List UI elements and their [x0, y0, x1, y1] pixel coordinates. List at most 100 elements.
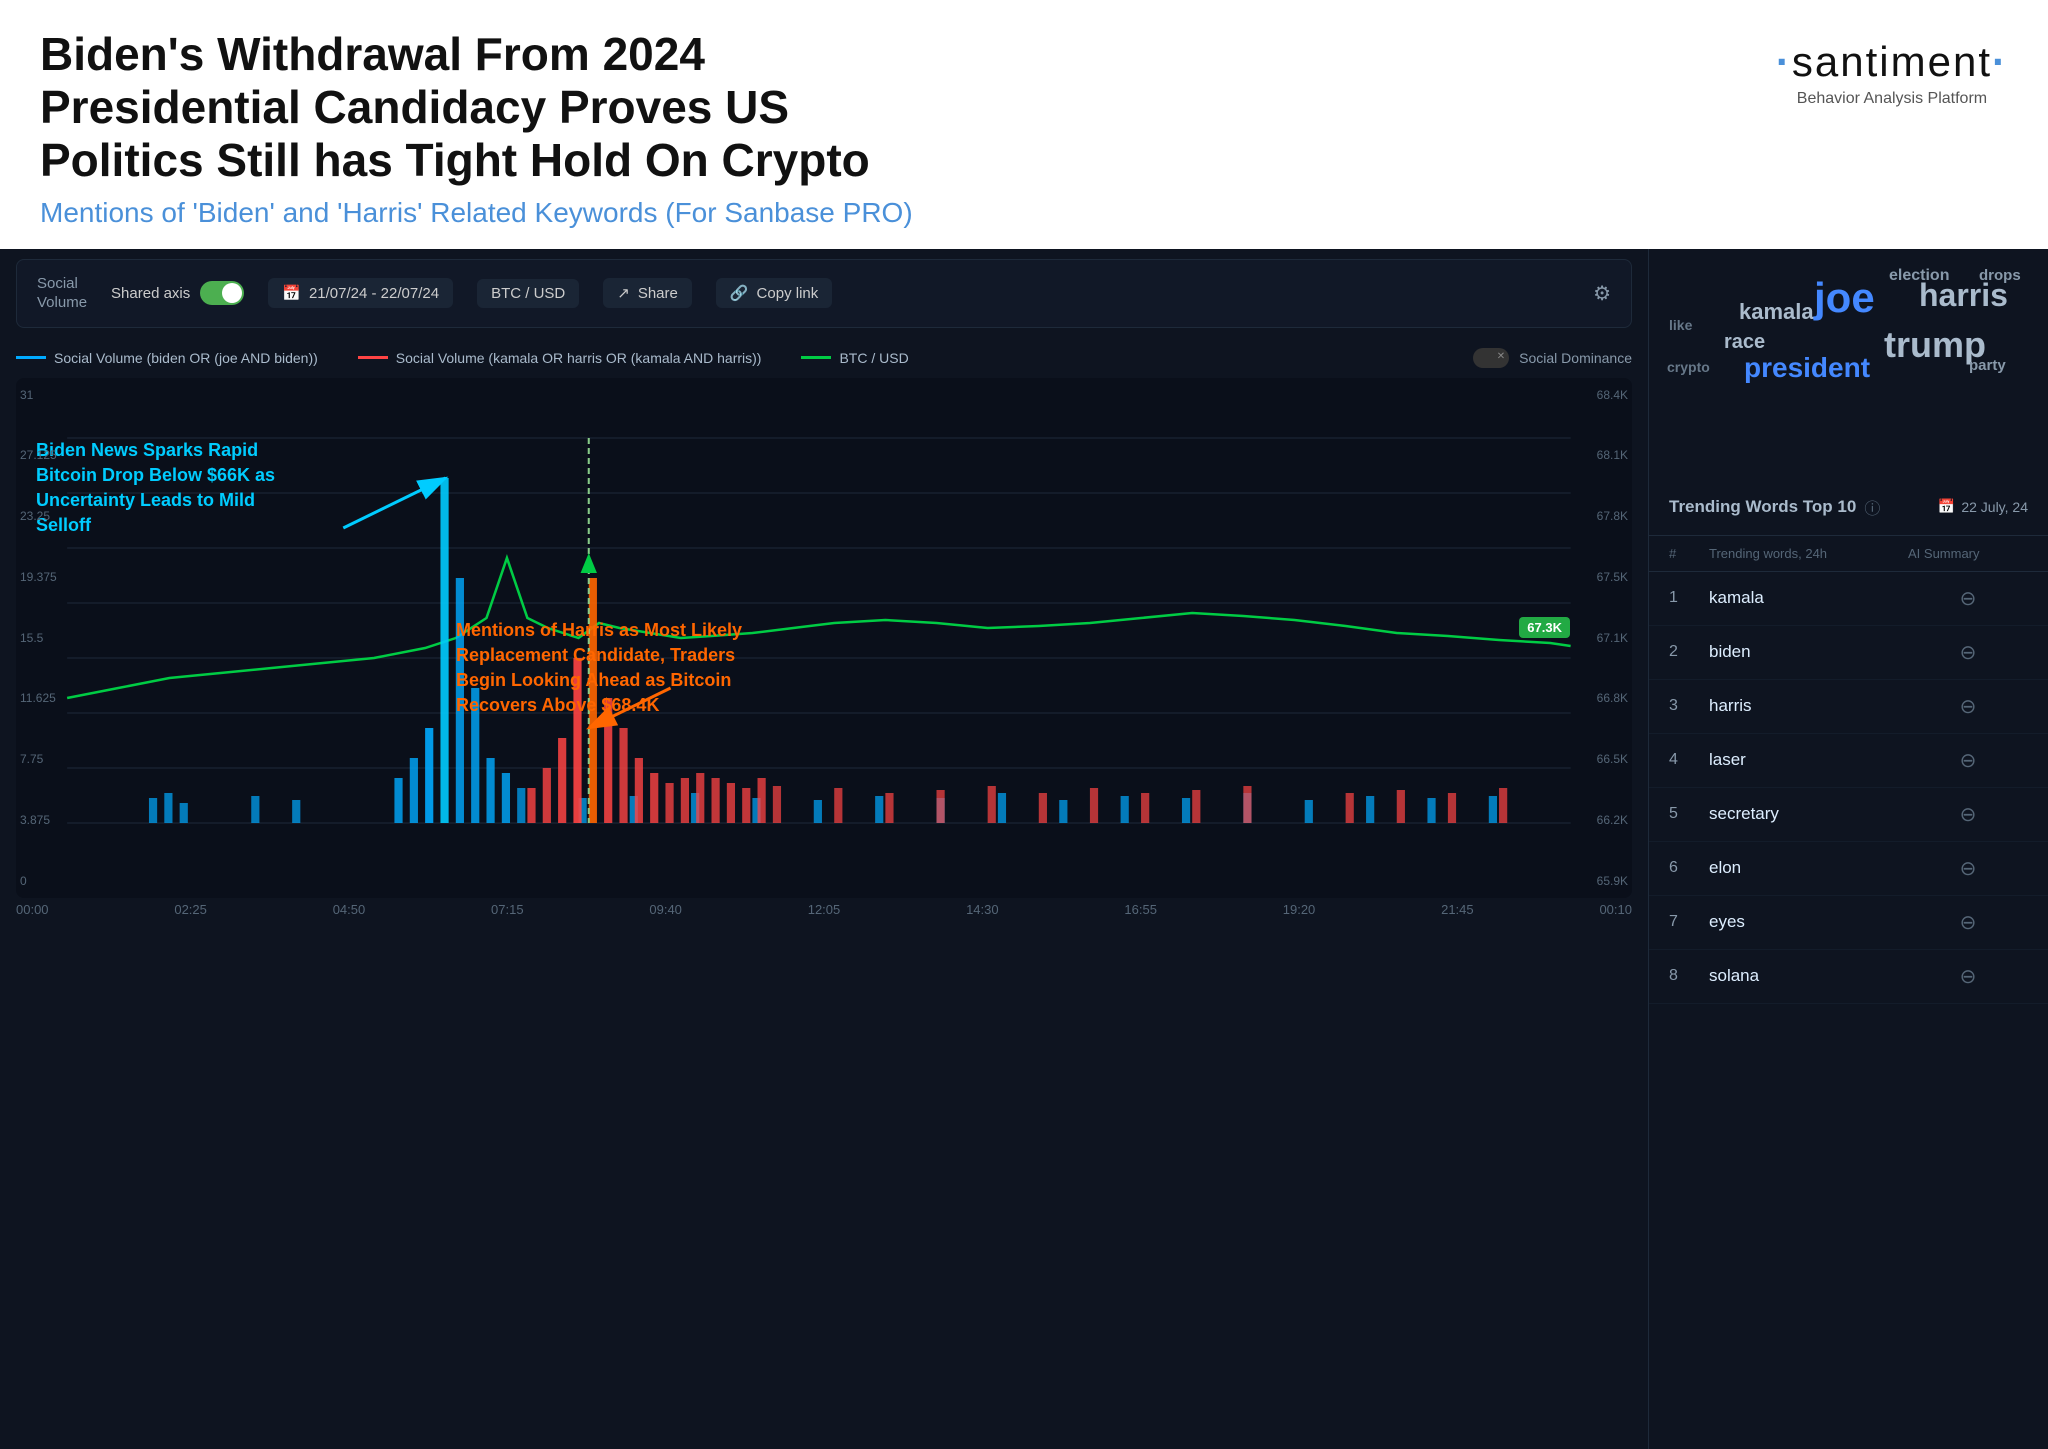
legend-line-1: [16, 356, 46, 359]
legend-label-1: Social Volume (biden OR (joe AND biden)): [54, 350, 318, 366]
y-axis-left: 31 27.125 23.25 19.375 15.5 11.625 7.75 …: [16, 378, 66, 898]
date-range-picker[interactable]: 📅 21/07/24 - 22/07/24: [268, 278, 453, 308]
trending-row[interactable]: 4 laser ⊖: [1649, 734, 2048, 788]
x-label-2: 04:50: [333, 902, 366, 917]
legend-line-2: [358, 356, 388, 359]
trending-row[interactable]: 8 solana ⊖: [1649, 950, 2048, 1004]
logo-text: ·santiment·: [1776, 38, 2008, 86]
currency-value: BTC / USD: [491, 285, 565, 302]
row-num: 6: [1669, 859, 1709, 877]
social-dominance-label: Social Dominance: [1519, 350, 1632, 366]
header-text: Biden's Withdrawal From 2024 Presidentia…: [40, 28, 940, 229]
calendar-icon-trending: 📅: [1938, 498, 1955, 515]
row-word: secretary: [1709, 804, 1908, 824]
ai-summary-icon[interactable]: ⊖: [1908, 856, 2028, 881]
row-word: kamala: [1709, 588, 1908, 608]
chart-area: Biden News Sparks Rapid Bitcoin Drop Bel…: [16, 378, 1632, 898]
share-label: Share: [638, 285, 678, 302]
chart-legend: Social Volume (biden OR (joe AND biden))…: [0, 338, 1648, 378]
header: Biden's Withdrawal From 2024 Presidentia…: [0, 0, 2048, 249]
x-label-10: 00:10: [1599, 902, 1632, 917]
legend-label-2: Social Volume (kamala OR harris OR (kama…: [396, 350, 762, 366]
row-num: 1: [1669, 589, 1709, 607]
logo-tagline: Behavior Analysis Platform: [1776, 90, 2008, 108]
ai-summary-icon[interactable]: ⊖: [1908, 964, 2028, 989]
date-range-value: 21/07/24 - 22/07/24: [309, 285, 439, 302]
share-icon: ↗: [617, 284, 630, 302]
row-word: laser: [1709, 750, 1908, 770]
x-label-7: 16:55: [1124, 902, 1157, 917]
social-volume-label: SocialVolume: [37, 274, 87, 313]
ai-summary-icon[interactable]: ⊖: [1908, 910, 2028, 935]
copy-link-label: Copy link: [757, 285, 819, 302]
word-race: race: [1724, 331, 1765, 354]
row-word: eyes: [1709, 912, 1908, 932]
share-button[interactable]: ↗ Share: [603, 278, 692, 308]
row-num: 2: [1669, 643, 1709, 661]
ai-summary-icon[interactable]: ⊖: [1908, 802, 2028, 827]
ai-summary-icon[interactable]: ⊖: [1908, 586, 2028, 611]
left-panel: SocialVolume Shared axis 📅 21/07/24 - 22…: [0, 249, 1648, 1449]
x-label-4: 09:40: [649, 902, 682, 917]
y-axis-right: 68.4K 68.1K 67.8K 67.5K 67.1K 66.8K 66.5…: [1572, 378, 1632, 898]
row-num: 5: [1669, 805, 1709, 823]
x-label-6: 14:30: [966, 902, 999, 917]
word-joe: joe: [1814, 274, 1875, 322]
trending-title: Trending Words Top 10: [1669, 497, 1856, 517]
word-crypto: crypto: [1667, 359, 1710, 375]
logo-dot-left: ·: [1776, 38, 1792, 85]
x-axis: 00:00 02:25 04:50 07:15 09:40 12:05 14:3…: [0, 898, 1648, 921]
col-hash: #: [1669, 546, 1709, 561]
main-title: Biden's Withdrawal From 2024 Presidentia…: [40, 28, 940, 187]
santiment-logo: ·santiment· Behavior Analysis Platform: [1776, 28, 2008, 108]
x-label-8: 19:20: [1283, 902, 1316, 917]
currency-selector[interactable]: BTC / USD: [477, 279, 579, 308]
legend-item-2: Social Volume (kamala OR harris OR (kama…: [358, 350, 762, 366]
trending-row[interactable]: 1 kamala ⊖: [1649, 572, 2048, 626]
legend-item-3: BTC / USD: [801, 350, 908, 366]
info-icon: ⓘ: [1864, 495, 1880, 519]
shared-axis-control[interactable]: Shared axis: [111, 281, 244, 305]
legend-label-3: BTC / USD: [839, 350, 908, 366]
x-label-5: 12:05: [808, 902, 841, 917]
trending-date: 📅 22 July, 24: [1938, 498, 2028, 515]
row-num: 8: [1669, 967, 1709, 985]
shared-axis-label: Shared axis: [111, 285, 190, 302]
word-cloud: kamala joe election drops harris like ra…: [1649, 249, 2048, 479]
word-harris: harris: [1919, 277, 2008, 314]
copy-link-button[interactable]: 🔗 Copy link: [716, 278, 832, 308]
calendar-icon: 📅: [282, 284, 301, 302]
main-content: SocialVolume Shared axis 📅 21/07/24 - 22…: [0, 249, 2048, 1449]
x-label-3: 07:15: [491, 902, 524, 917]
x-label-9: 21:45: [1441, 902, 1474, 917]
legend-item-1: Social Volume (biden OR (joe AND biden)): [16, 350, 318, 366]
trending-row[interactable]: 3 harris ⊖: [1649, 680, 2048, 734]
link-icon: 🔗: [730, 284, 749, 302]
shared-axis-toggle[interactable]: [200, 281, 244, 305]
social-dominance-toggle-area[interactable]: Social Dominance: [1473, 348, 1632, 368]
ai-summary-icon[interactable]: ⊖: [1908, 748, 2028, 773]
word-kamala: kamala: [1739, 299, 1814, 325]
word-like: like: [1669, 317, 1692, 333]
row-num: 7: [1669, 913, 1709, 931]
word-party: party: [1969, 357, 2006, 374]
trending-row[interactable]: 7 eyes ⊖: [1649, 896, 2048, 950]
x-label-0: 00:00: [16, 902, 49, 917]
trending-row[interactable]: 5 secretary ⊖: [1649, 788, 2048, 842]
col-words: Trending words, 24h: [1709, 546, 1908, 561]
trending-row[interactable]: 2 biden ⊖: [1649, 626, 2048, 680]
row-num: 4: [1669, 751, 1709, 769]
settings-icon: ⚙: [1593, 283, 1611, 305]
trending-header: Trending Words Top 10 ⓘ 📅 22 July, 24: [1649, 479, 2048, 536]
settings-button[interactable]: ⚙: [1593, 281, 1611, 306]
trending-row[interactable]: 6 elon ⊖: [1649, 842, 2048, 896]
ai-summary-icon[interactable]: ⊖: [1908, 640, 2028, 665]
toolbar: SocialVolume Shared axis 📅 21/07/24 - 22…: [16, 259, 1632, 328]
social-dominance-toggle[interactable]: [1473, 348, 1509, 368]
x-label-1: 02:25: [174, 902, 207, 917]
ai-summary-icon[interactable]: ⊖: [1908, 694, 2028, 719]
trending-table-body: 1 kamala ⊖ 2 biden ⊖ 3 harris ⊖ 4 laser …: [1649, 572, 2048, 1004]
legend-line-3: [801, 356, 831, 359]
col-ai: AI Summary: [1908, 546, 2028, 561]
row-word: solana: [1709, 966, 1908, 986]
